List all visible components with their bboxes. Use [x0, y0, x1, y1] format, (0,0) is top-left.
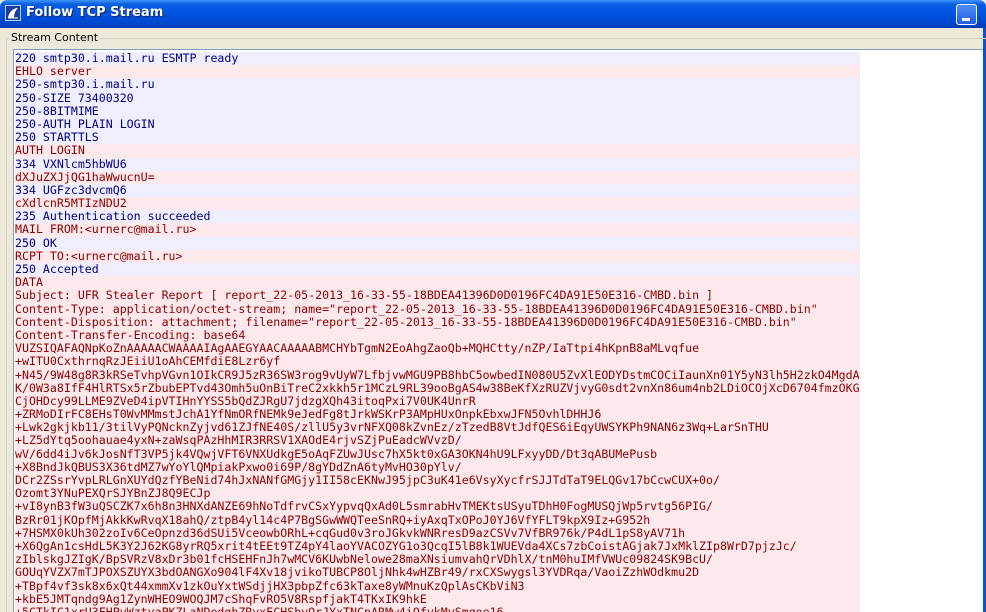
client-line: +7HSMX0kUh302zoIv6CeOpnzd36dSUi5VceowbOR…: [15, 526, 860, 540]
client-line: +TBpf4vf3sk8x6xQt44xmmXv1zkOuYxtWSdjjHX3…: [15, 579, 860, 593]
client-line: dXJuZXJjQG1haWwucnU=: [15, 170, 860, 184]
server-line: 250 OK: [15, 236, 860, 250]
client-line: RCPT TO:<urnerc@mail.ru>: [15, 249, 860, 263]
server-line: 220 smtp30.i.mail.ru ESMTP ready: [15, 51, 860, 66]
server-line: 250 STARTTLS: [15, 130, 860, 145]
server-line: 250-SIZE 73400320: [15, 91, 860, 105]
client-line: +vI8ynB3fW3uQSCZK7x6h8n3HNXdANZE69hNoTdf…: [15, 500, 860, 514]
client-line: BzRr01jKOpfMjAkkKwRvqX18ahQ/ztpB4yl14c4P…: [15, 513, 860, 527]
client-line: +LZ5dYtq5oohauae4yxN+zaWsqPAzHhMIR3RRSV1…: [15, 434, 860, 448]
server-line: 250 Accepted: [15, 262, 860, 277]
stream-content-textarea[interactable]: 220 smtp30.i.mail.ru ESMTP ready EHLO ser…: [13, 49, 983, 612]
client-line: +N45/9W48g8R3kRSeTvhpVGvn1OIkCR9J5zR36SW…: [15, 367, 860, 382]
stream-text: 220 smtp30.i.mail.ru ESMTP ready EHLO ser…: [15, 51, 860, 612]
client-line: +wITU0CxthrnqRzJEiiU1oAhCEMfdiE8Lzr6yf: [15, 355, 860, 369]
wireshark-fin-icon: [5, 5, 21, 21]
client-line: Content-Disposition: attachment; filenam…: [15, 315, 860, 329]
server-line: 334 VXNlcm5hbWU6: [15, 157, 860, 171]
group-label: Stream Content: [9, 31, 101, 44]
client-line: K/0W3a8IfF4HlRTSx5rZbubEPTvd43Omh5uOnBiT…: [15, 380, 860, 395]
window-title: Follow TCP Stream: [26, 5, 164, 20]
client-line: Subject: UFR Stealer Report [ report_22-…: [15, 289, 860, 303]
server-line: 250-8BITMIME: [15, 104, 860, 118]
client-line: Content-Type: application/octet-stream; …: [15, 302, 860, 316]
client-line: GOUqYVZX7mTJPOXSZUYX3bdOANGXo904lF4Xv18j…: [15, 566, 860, 580]
client-line: +5CTkIC1xrU3FHPvWztyaPKZLaNDedghZRvxECHS…: [15, 605, 860, 612]
server-line: 334 UGFzc3dvcmQ6: [15, 183, 860, 198]
minimize-icon: [962, 18, 970, 21]
client-line: MAIL FROM:<urnerc@mail.ru>: [15, 223, 860, 237]
server-line: 250-smtp30.i.mail.ru: [15, 78, 860, 92]
minimize-button[interactable]: [956, 4, 977, 25]
client-line: AUTH LOGIN: [15, 144, 860, 158]
title-bar[interactable]: Follow TCP Stream: [0, 0, 986, 28]
server-line: 250-AUTH PLAIN LOGIN: [15, 117, 860, 132]
client-line: +kbE5JMTqndg9Ag1ZynWHEO9WOQJM7cShqFvRO5V…: [15, 592, 860, 606]
client-line: wV/6dd4iJv6kJosNfT3VP5jk4VQwjVFT6VNXUdkg…: [15, 447, 860, 461]
